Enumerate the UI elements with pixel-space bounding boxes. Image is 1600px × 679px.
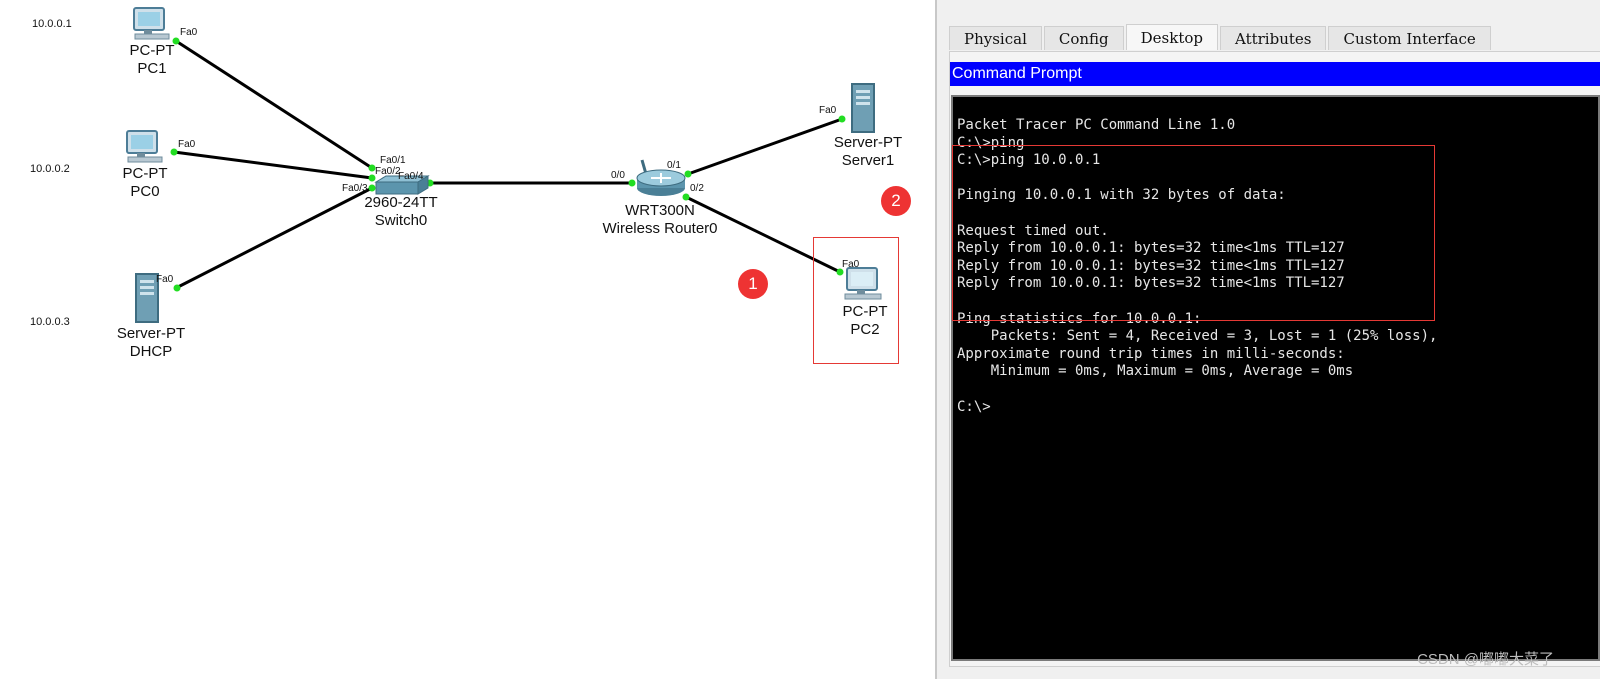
device-label-server1[interactable]: Server-PT Server1	[834, 134, 902, 170]
device-label-pc0[interactable]: PC-PT PC0	[123, 165, 168, 201]
port-label-dhcp-fa0: Fa0	[156, 274, 174, 285]
device-name-server1: Server1	[841, 152, 895, 169]
annotation-badge-1: 1	[738, 269, 768, 299]
terminal-line: Minimum = 0ms, Maximum = 0ms, Average = …	[957, 363, 1354, 380]
terminal-line: Packet Tracer PC Command Line 1.0	[957, 117, 1236, 133]
tab-desktop[interactable]: Desktop	[1125, 24, 1219, 50]
device-label-switch[interactable]: 2960-24TT Switch0	[364, 194, 437, 230]
device-label-pc1[interactable]: PC-PT PC1	[130, 42, 175, 78]
device-type-pc2: PC-PT	[842, 303, 888, 320]
terminal-line: Packets: Sent = 4, Received = 3, Lost = …	[957, 328, 1438, 345]
link-pc1-switch	[175, 39, 373, 170]
terminal-highlight-box	[952, 145, 1435, 321]
device-name-dhcp: DHCP	[129, 343, 173, 360]
port-label-router-02: 0/2	[690, 183, 704, 194]
port-label-pc1-fa0: Fa0	[180, 27, 198, 38]
tab-config[interactable]: Config	[1043, 26, 1124, 50]
device-type-pc0: PC-PT	[122, 165, 168, 182]
ip-label-dhcp: 10.0.0.3	[30, 316, 70, 328]
device-label-dhcp[interactable]: Server-PT DHCP	[117, 325, 185, 361]
port-label-switch-fa02: Fa0/2	[375, 166, 401, 177]
port-label-server1-fa0: Fa0	[819, 105, 837, 116]
device-type-switch: 2960-24TT	[364, 194, 438, 211]
port-label-pc0-fa0: Fa0	[178, 139, 196, 150]
port-label-switch-fa01: Fa0/1	[380, 155, 406, 166]
device-type-pc1: PC-PT	[129, 42, 175, 59]
port-label-switch-fa03: Fa0/3	[342, 183, 368, 194]
command-prompt-titlebar: Command Prompt	[950, 62, 1600, 86]
link-router-server1	[687, 117, 843, 176]
device-tab-bar: Physical Config Desktop Attributes Custo…	[949, 24, 1493, 52]
device-type-server1: Server-PT	[833, 134, 903, 151]
watermark-text: CSDN @嘟嘟大菜了	[1417, 651, 1554, 668]
device-label-router[interactable]: WRT300N Wireless Router0	[602, 202, 717, 238]
port-label-router-01: 0/1	[667, 160, 681, 171]
terminal-line: C:\>	[957, 398, 991, 415]
device-name-pc2: PC2	[850, 321, 880, 338]
device-name-switch: Switch0	[374, 212, 428, 229]
port-label-switch-fa04: Fa0/4	[398, 171, 424, 182]
device-label-pc2[interactable]: PC-PT PC2	[843, 303, 888, 339]
device-type-router: WRT300N	[625, 202, 695, 219]
device-name-pc1: PC1	[137, 60, 167, 77]
device-name-pc0: PC0	[130, 183, 160, 200]
annotation-badge-2: 2	[881, 186, 911, 216]
tab-physical[interactable]: Physical	[949, 26, 1042, 50]
pc-device-window: Physical Config Desktop Attributes Custo…	[935, 0, 1600, 679]
device-type-dhcp: Server-PT	[116, 325, 186, 342]
ip-label-pc0: 10.0.0.2	[30, 163, 70, 175]
tab-attributes[interactable]: Attributes	[1220, 26, 1327, 50]
topology-canvas[interactable]: 10.0.0.1 Fa0 PC-PT PC1 10.0.0.2 Fa0 PC-P…	[0, 0, 935, 679]
device-name-router: Wireless Router0	[602, 220, 718, 237]
link-pc0-switch	[173, 150, 373, 180]
link-dhcp-switch	[175, 186, 373, 290]
tab-custom-interface[interactable]: Custom Interface	[1328, 26, 1491, 50]
ip-label-pc1: 10.0.0.1	[32, 18, 72, 30]
port-label-router-00: 0/0	[611, 170, 625, 181]
port-label-pc2-fa0: Fa0	[842, 259, 860, 270]
terminal-line: Approximate round trip times in milli-se…	[957, 345, 1345, 362]
